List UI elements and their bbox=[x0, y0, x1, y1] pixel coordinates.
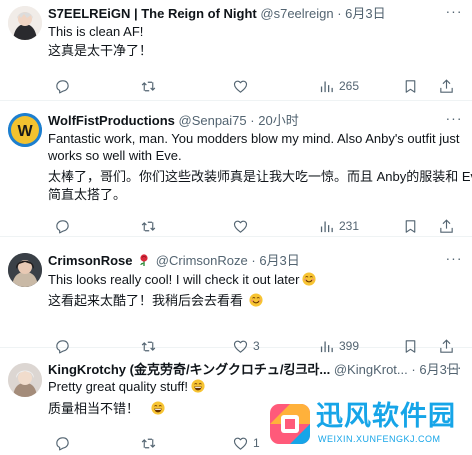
reply-button[interactable] bbox=[54, 433, 75, 453]
retweet-icon bbox=[141, 438, 156, 448]
tweet-s7eelreign[interactable]: S7EELREiGN | The Reign of Night @s7eelre… bbox=[0, 0, 472, 101]
views-button[interactable]: 265 bbox=[318, 76, 359, 96]
tweet-actions: 265 bbox=[48, 76, 464, 96]
author-name[interactable]: WolfFistProductions bbox=[48, 113, 175, 128]
reply-button[interactable] bbox=[54, 216, 75, 236]
views-icon bbox=[320, 221, 333, 232]
tweet-text-line: works so well with Eve. bbox=[48, 148, 182, 163]
more-icon[interactable]: ··· bbox=[444, 111, 464, 131]
rose-emoji-icon bbox=[140, 254, 148, 266]
smiling-face-emoji-icon bbox=[249, 293, 263, 307]
share-button[interactable] bbox=[438, 76, 455, 96]
bookmark-button[interactable] bbox=[402, 76, 419, 96]
avatar[interactable] bbox=[8, 6, 42, 40]
tweet-header: CrimsonRose @CrimsonRoze · 6月3日 bbox=[48, 253, 300, 268]
tweet-text-line: 简直太搭了。 bbox=[48, 187, 127, 202]
more-icon[interactable]: ··· bbox=[444, 360, 464, 380]
watermark: 迅风软件园 WEIXIN.XUNFENGKJ.COM bbox=[268, 400, 468, 450]
heart-icon bbox=[233, 220, 248, 233]
tweet-header: WolfFistProductions @Senpai75 · 20小时 bbox=[48, 113, 299, 128]
tweet-time[interactable]: 20小时 bbox=[258, 113, 298, 128]
share-icon bbox=[440, 218, 453, 233]
grinning-face-emoji-icon bbox=[151, 401, 165, 415]
author-name[interactable]: S7EELREiGN | The Reign of Night bbox=[48, 6, 257, 21]
bookmark-icon bbox=[405, 219, 416, 233]
author-handle[interactable]: @s7eelreign bbox=[260, 6, 333, 21]
tweet-text: Pretty great quality stuff! bbox=[48, 379, 188, 394]
share-icon bbox=[440, 78, 453, 93]
author-name[interactable]: KingKrotchy (金克劳奇/キングクロチュ/킹크라... bbox=[48, 362, 330, 377]
xunfeng-logo-icon bbox=[270, 404, 310, 444]
bookmark-button[interactable] bbox=[402, 216, 419, 236]
retweet-icon bbox=[141, 221, 156, 231]
reply-icon bbox=[56, 219, 69, 233]
tweet-text-line: This is clean AF! bbox=[48, 24, 144, 39]
smiling-face-emoji-icon bbox=[302, 272, 316, 286]
watermark-url: WEIXIN.XUNFENGKJ.COM bbox=[318, 434, 441, 444]
heart-icon bbox=[233, 80, 248, 93]
tweet-crimsonrose[interactable]: CrimsonRose @CrimsonRoze · 6月3日 ··· This… bbox=[0, 237, 472, 353]
author-name[interactable]: CrimsonRose bbox=[48, 253, 133, 268]
tweet-text-line: Pretty great quality stuff! bbox=[48, 378, 464, 396]
like-button[interactable]: 1 bbox=[232, 433, 260, 453]
retweet-icon bbox=[141, 81, 156, 91]
avatar[interactable] bbox=[8, 363, 42, 397]
like-button[interactable] bbox=[232, 216, 253, 236]
tweet-text: 这看起来太酷了！我稍后会去看看 bbox=[48, 293, 244, 308]
tweet-wolffist[interactable]: W WolfFistProductions @Senpai75 · 20小时 ·… bbox=[0, 101, 472, 237]
bookmark-icon bbox=[405, 79, 416, 93]
reply-icon bbox=[56, 436, 69, 450]
author-handle[interactable]: @KingKrot... bbox=[334, 362, 408, 377]
like-button[interactable] bbox=[232, 76, 253, 96]
views-button[interactable]: 231 bbox=[318, 216, 359, 236]
tweet-text-line: This looks really cool! I will check it … bbox=[48, 271, 464, 289]
share-button[interactable] bbox=[438, 216, 455, 236]
tweet-text-line: 这真是太干净了！ bbox=[48, 43, 153, 58]
heart-icon bbox=[233, 437, 248, 450]
author-handle[interactable]: @Senpai75 bbox=[179, 113, 247, 128]
grinning-face-emoji-icon bbox=[191, 379, 205, 393]
reply-icon bbox=[56, 79, 69, 93]
svg-text:W: W bbox=[17, 123, 33, 140]
reply-button[interactable] bbox=[54, 76, 75, 96]
avatar[interactable] bbox=[8, 253, 42, 287]
tweet-time[interactable]: 6月3日 bbox=[345, 6, 385, 21]
tweet-time[interactable]: 6月3日 bbox=[259, 253, 299, 268]
retweet-button[interactable] bbox=[140, 216, 161, 236]
avatar[interactable]: W bbox=[8, 113, 42, 147]
more-icon[interactable]: ··· bbox=[444, 4, 464, 24]
retweet-button[interactable] bbox=[140, 433, 161, 453]
like-count: 1 bbox=[253, 436, 260, 450]
tweet-text-line: 太棒了，哥们。你们这些改装师真是让我大吃一惊。而且 Anby的服装和 Eve bbox=[48, 169, 472, 184]
views-count: 265 bbox=[339, 79, 360, 93]
tweet-text-line: Fantastic work, man. You modders blow my… bbox=[48, 131, 460, 146]
retweet-button[interactable] bbox=[140, 76, 161, 96]
author-handle[interactable]: @CrimsonRoze bbox=[156, 253, 248, 268]
views-icon bbox=[320, 81, 333, 92]
tweet-text: This looks really cool! I will check it … bbox=[48, 272, 300, 287]
watermark-title: 迅风软件园 bbox=[316, 401, 456, 432]
tweet-text-line: 这看起来太酷了！我稍后会去看看 bbox=[48, 292, 464, 310]
tweet-actions: 231 bbox=[48, 216, 464, 236]
tweet-header: KingKrotchy (金克劳奇/キングクロチュ/킹크라... @KingKr… bbox=[48, 362, 460, 377]
tweet-text: 质量相当不错！ bbox=[48, 401, 140, 416]
tweet-header: S7EELREiGN | The Reign of Night @s7eelre… bbox=[48, 6, 386, 21]
views-count: 231 bbox=[339, 219, 360, 233]
more-icon[interactable]: ··· bbox=[444, 251, 464, 271]
